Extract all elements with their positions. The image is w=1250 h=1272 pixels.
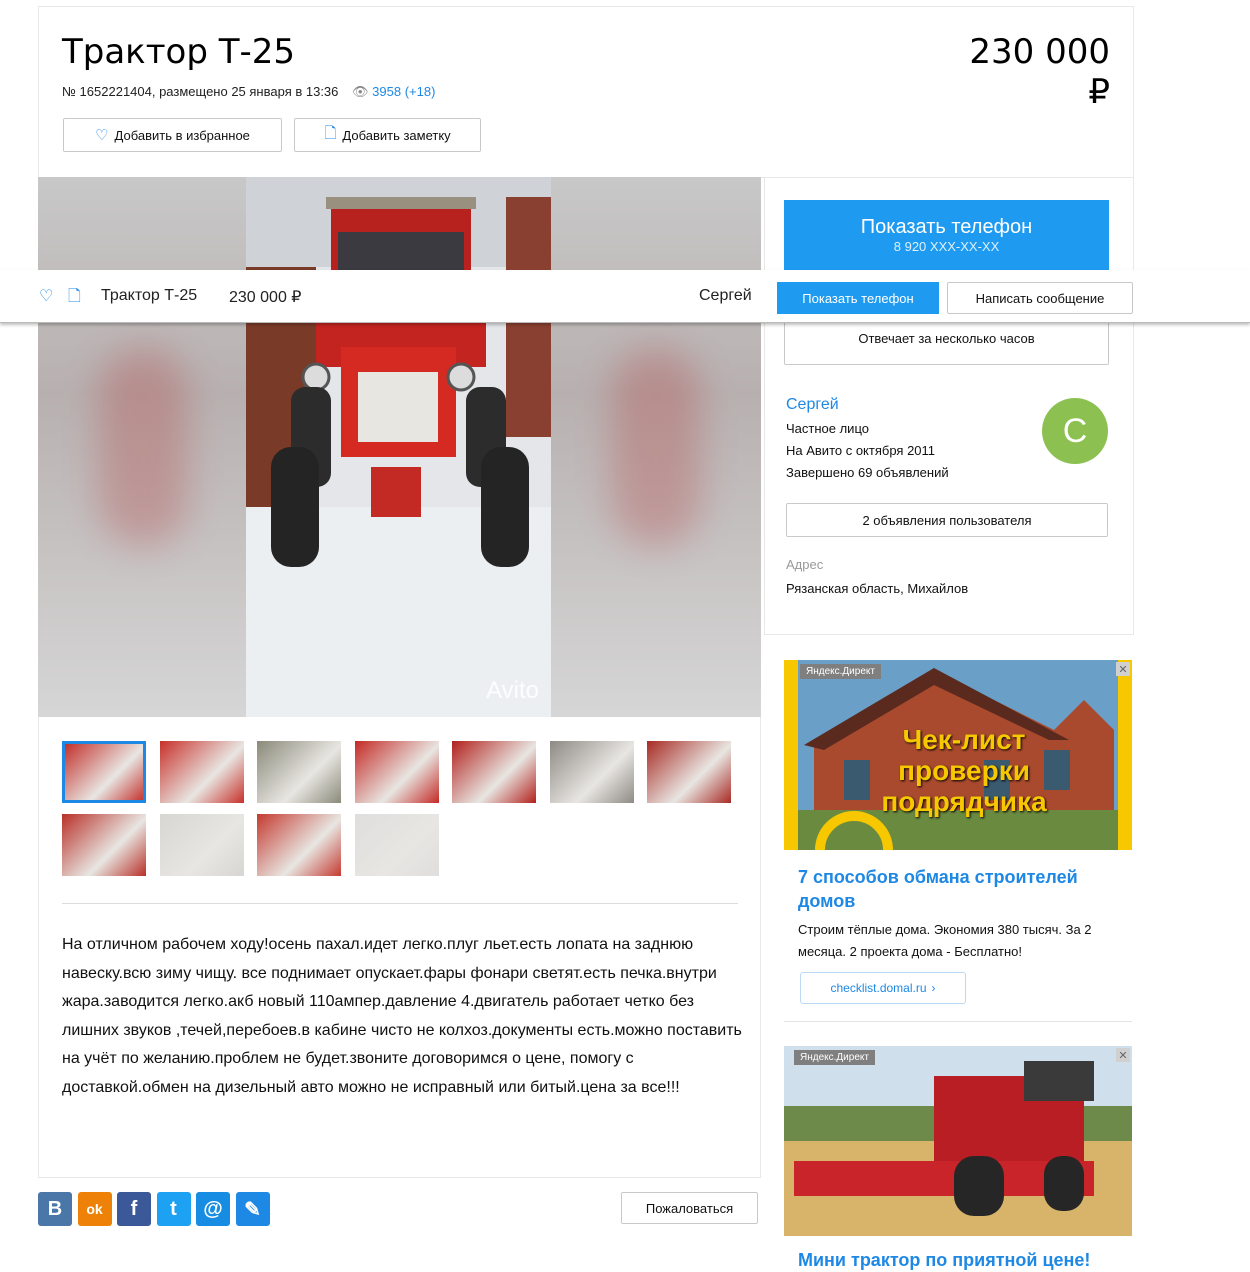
show-phone-button[interactable]: Показать телефон 8 920 XXX-XX-XX [784, 200, 1109, 270]
thumbnail[interactable] [549, 741, 634, 803]
add-note-button[interactable]: 🗋 Добавить заметку [294, 118, 481, 152]
thumbnail[interactable] [647, 741, 731, 803]
vk-share-icon[interactable]: В [38, 1192, 72, 1226]
thumbnail[interactable] [159, 814, 244, 876]
sticky-message-label: Написать сообщение [975, 290, 1105, 306]
listing-meta-text: № 1652221404, размещено 25 января в 13:3… [62, 84, 339, 99]
ad-divider [784, 1021, 1132, 1022]
ad-text: Строим тёплые дома. Экономия 380 тысяч. … [798, 922, 1092, 959]
tractor-photo: Avito [246, 177, 551, 717]
tractor-illustration [246, 177, 551, 717]
address-label: Адрес [786, 557, 824, 572]
sticky-title: Трактор Т-25 [101, 287, 198, 304]
mail-share-icon[interactable]: @ [196, 1192, 230, 1226]
seller-completed: Завершено 69 объявлений [786, 465, 949, 480]
thumbnail[interactable] [62, 741, 146, 803]
chevron-right-icon: › [931, 981, 936, 995]
thumbnail[interactable] [257, 741, 341, 803]
odnoklassniki-share-icon[interactable]: ok [77, 1192, 112, 1226]
description-text: На отличном рабочем ходу!осень пахал.иде… [62, 936, 742, 1096]
complain-label: Пожаловаться [645, 1200, 734, 1216]
views-count[interactable]: 3958 (+18) [372, 84, 435, 99]
eye-icon: 👁 [352, 84, 369, 99]
avatar[interactable]: С [1042, 398, 1108, 464]
facebook-share-icon[interactable]: f [117, 1192, 151, 1226]
user-ads-button[interactable]: 2 объявления пользователя [786, 503, 1108, 537]
main-photo[interactable]: Avito [38, 177, 761, 717]
sticky-show-phone-label: Показать телефон [802, 290, 914, 306]
heart-icon[interactable]: ♡ [39, 286, 53, 306]
thumbnail[interactable] [452, 741, 536, 803]
ad-link-text: checklist.domal.ru [830, 981, 927, 995]
listing-meta: № 1652221404, размещено 25 января в 13:3… [62, 84, 435, 100]
seller-since: На Авито с октября 2011 [786, 443, 936, 458]
seller-type: Частное лицо [786, 421, 869, 436]
heart-icon: ♡ [95, 127, 109, 144]
thumbnail[interactable] [354, 814, 439, 876]
listing-price: 230 000 ₽ [969, 32, 1110, 112]
add-note-label: Добавить заметку [342, 127, 451, 143]
seller-name-link[interactable]: Сергей [786, 396, 839, 414]
close-icon[interactable]: ✕ [1116, 1048, 1130, 1062]
ad-image[interactable]: Чек-лист проверки подрядчика Яндекс.Дире… [784, 660, 1132, 850]
photo-blur-right [551, 177, 761, 717]
page-title: Трактор Т-25 [62, 32, 296, 72]
ad-image[interactable]: Яндекс.Директ ✕ [784, 1046, 1132, 1236]
ad-title[interactable]: Мини трактор по приятной цене! [798, 1250, 1128, 1271]
phone-masked: 8 920 XXX-XX-XX [893, 239, 1000, 254]
complain-button[interactable]: Пожаловаться [621, 1192, 758, 1224]
show-phone-label: Показать телефон [860, 216, 1033, 238]
ad-link[interactable]: checklist.domal.ru › [800, 972, 966, 1004]
thumbnail[interactable] [62, 814, 146, 876]
thumbnail[interactable] [159, 741, 244, 803]
close-icon[interactable]: ✕ [1116, 662, 1130, 676]
ad-image-text: Чек-лист проверки подрядчика [881, 724, 1047, 817]
user-ads-label: 2 объявления пользователя [862, 512, 1032, 528]
answers-hint: Отвечает за несколько часов [858, 331, 1035, 346]
note-icon[interactable]: 🗋 [68, 285, 81, 312]
avito-watermark: Avito [486, 677, 539, 704]
address-value: Рязанская область, Михайлов [786, 581, 969, 596]
ad-title[interactable]: 7 способов обмана строителей домов [798, 865, 1118, 913]
ad-badge: Яндекс.Директ [800, 664, 881, 679]
combine-harvester-illustration [784, 1046, 1132, 1236]
sticky-show-phone-button[interactable]: Показать телефон [777, 282, 939, 314]
description-divider [62, 903, 738, 904]
sticky-contact-bar: ♡ 🗋 Трактор Т-25 230 000 ₽ Сергей Показа… [0, 270, 1250, 323]
sticky-message-button[interactable]: Написать сообщение [947, 282, 1133, 314]
sticky-seller[interactable]: Сергей [699, 287, 752, 305]
sticky-price: 230 000 ₽ [229, 289, 302, 306]
note-icon: 🗋 [324, 124, 337, 142]
thumbnail[interactable] [354, 741, 439, 803]
photo-blur-left [38, 177, 248, 717]
twitter-share-icon[interactable]: t [156, 1192, 191, 1226]
add-favorite-button[interactable]: ♡ Добавить в избранное [63, 118, 282, 152]
add-favorite-label: Добавить в избранное [114, 127, 250, 143]
livejournal-share-icon[interactable]: ✎ [235, 1192, 270, 1226]
ad-badge: Яндекс.Директ [794, 1050, 875, 1065]
thumbnail[interactable] [257, 814, 341, 876]
